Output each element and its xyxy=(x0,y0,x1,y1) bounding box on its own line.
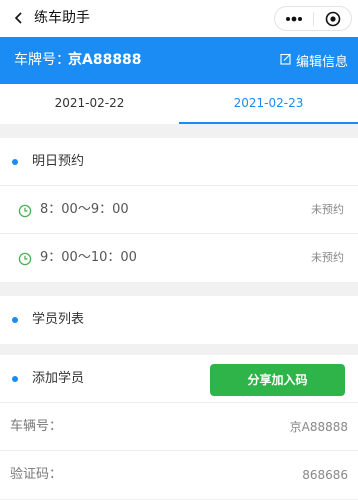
page-title: 练车助手 xyxy=(34,10,90,26)
date-tabs: 2021-02-22 2021-02-23 xyxy=(0,84,358,124)
mini-program-capsule xyxy=(274,6,352,31)
student-list-section: 学员列表 xyxy=(0,296,358,344)
vehicle-row: 车辆号： 京A88888 xyxy=(0,403,358,451)
edit-icon xyxy=(280,53,292,69)
chevron-left-icon[interactable] xyxy=(6,5,32,31)
tab-date-1[interactable]: 2021-02-22 xyxy=(0,84,179,124)
clock-icon xyxy=(18,251,32,266)
bullet-dot xyxy=(12,317,18,323)
code-value: 868686 xyxy=(302,468,348,482)
vehicle-value: 京A88888 xyxy=(289,420,348,434)
slot-time: 8：00～9：00 xyxy=(40,202,129,217)
appointments-header: 明日预约 xyxy=(0,138,358,186)
appointments-section: 明日预约 8：00～9：00 未预约 9：00～10：00 未预约 xyxy=(0,138,358,282)
add-student-title: 添加学员 xyxy=(32,371,85,386)
add-student-section: 添加学员 分享加入码 车辆号： 京A88888 验证码： 868686 xyxy=(0,355,358,499)
add-student-header: 添加学员 分享加入码 xyxy=(0,355,358,403)
time-slot-row[interactable]: 8：00～9：00 未预约 xyxy=(0,186,358,234)
tab-date-2[interactable]: 2021-02-23 xyxy=(179,84,358,124)
vehicle-header: 车牌号： 京A88888 编辑信息 xyxy=(0,37,358,84)
time-slot-row[interactable]: 9：00～10：00 未预约 xyxy=(0,234,358,282)
code-row: 验证码： 868686 xyxy=(0,451,358,499)
bullet-dot xyxy=(12,376,18,382)
code-label: 验证码： xyxy=(10,467,63,482)
plate-value: 京A88888 xyxy=(68,52,142,68)
clock-icon xyxy=(18,203,32,218)
vehicle-label: 车辆号： xyxy=(10,419,63,434)
bullet-dot xyxy=(12,159,18,165)
student-list-title: 学员列表 xyxy=(32,312,85,327)
top-nav-bar: 练车助手 xyxy=(0,0,358,37)
slot-time: 9：00～10：00 xyxy=(40,250,137,265)
target-circle-icon[interactable] xyxy=(314,7,352,30)
appointments-title: 明日预约 xyxy=(32,154,85,169)
edit-info-label: 编辑信息 xyxy=(296,55,349,70)
slot-status: 未预约 xyxy=(311,203,344,216)
share-join-code-button[interactable]: 分享加入码 xyxy=(210,364,345,396)
edit-info-button[interactable]: 编辑信息 xyxy=(280,37,348,84)
plate-label: 车牌号： xyxy=(14,52,70,68)
more-dots-icon[interactable] xyxy=(275,7,313,30)
student-list-header[interactable]: 学员列表 xyxy=(0,296,358,344)
slot-status: 未预约 xyxy=(311,251,344,264)
